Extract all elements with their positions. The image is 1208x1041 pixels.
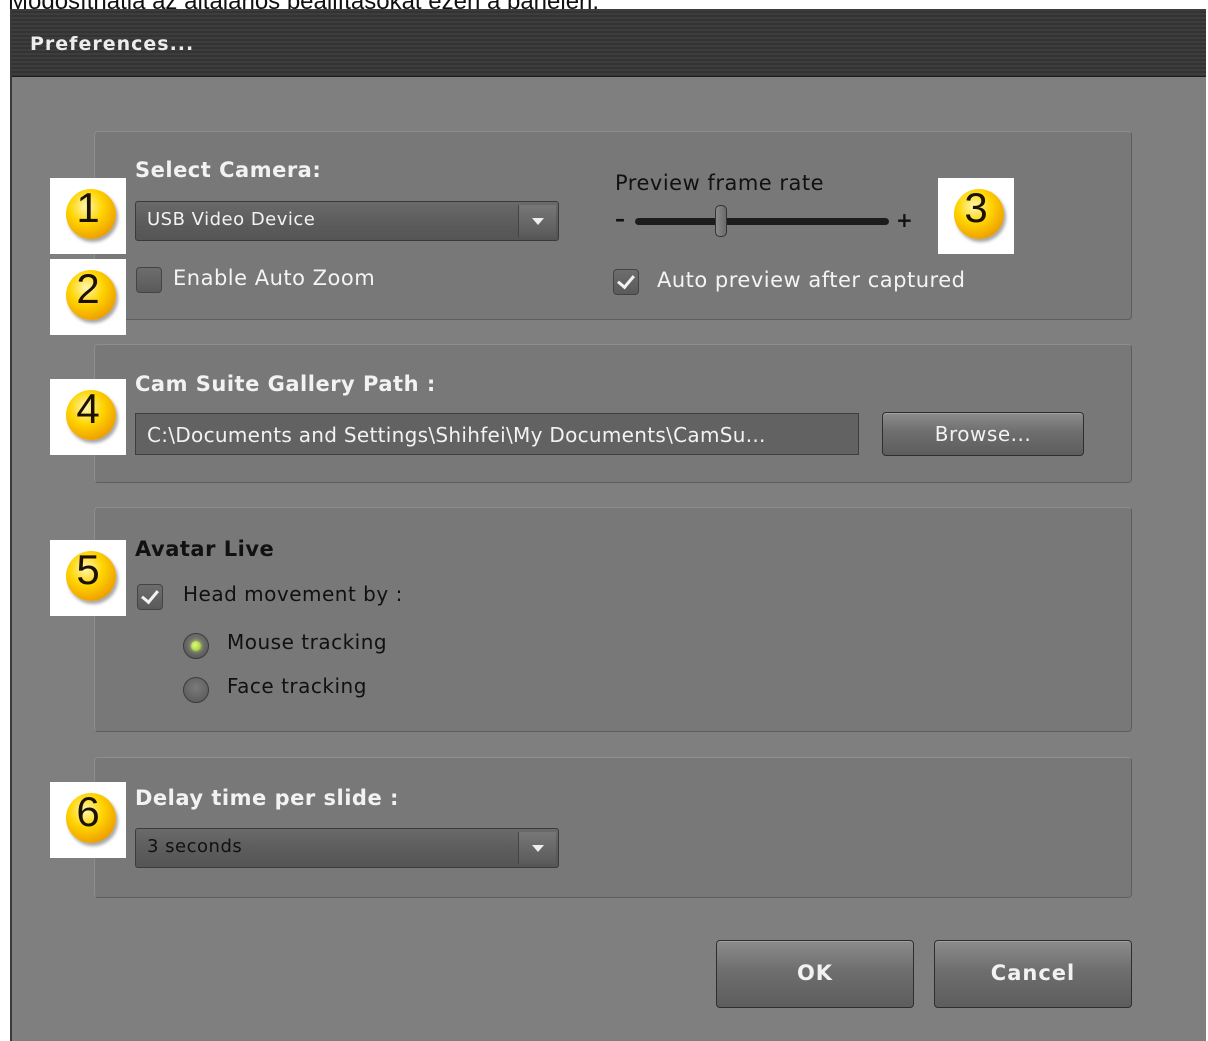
auto-zoom-checkbox[interactable] xyxy=(136,267,162,293)
cancel-button[interactable]: Cancel xyxy=(934,940,1132,1008)
delay-label: Delay time per slide : xyxy=(135,786,399,810)
ok-button[interactable]: OK xyxy=(716,940,914,1008)
annotation-badge-2: 2 xyxy=(50,259,126,335)
annotation-badge-5: 5 xyxy=(50,540,126,616)
head-movement-label: Head movement by : xyxy=(183,582,403,606)
camera-select-value: USB Video Device xyxy=(147,209,316,230)
gallery-panel: Cam Suite Gallery Path : C:\Documents an… xyxy=(94,344,1132,483)
delay-panel: Delay time per slide : 3 seconds xyxy=(94,757,1132,898)
camera-select[interactable]: USB Video Device xyxy=(135,201,559,241)
delay-select-value: 3 seconds xyxy=(147,836,243,857)
title-bar[interactable]: Preferences... xyxy=(12,9,1206,77)
gallery-path-field[interactable]: C:\Documents and Settings\Shihfei\My Doc… xyxy=(135,413,859,455)
mouse-tracking-label: Mouse tracking xyxy=(227,630,388,654)
gallery-path-label: Cam Suite Gallery Path : xyxy=(135,372,436,396)
annotation-badge-3: 3 xyxy=(938,178,1014,254)
avatar-live-label: Avatar Live xyxy=(135,537,275,561)
annotation-badge-6: 6 xyxy=(50,782,126,858)
preview-frame-rate-label: Preview frame rate xyxy=(615,171,825,195)
browse-button[interactable]: Browse... xyxy=(882,412,1084,456)
delay-select[interactable]: 3 seconds xyxy=(135,828,559,868)
face-tracking-label: Face tracking xyxy=(227,674,367,698)
frame-rate-slider-track[interactable] xyxy=(635,218,889,225)
auto-preview-checkbox[interactable] xyxy=(613,269,639,295)
select-camera-label: Select Camera: xyxy=(135,158,322,182)
dialog-title: Preferences... xyxy=(30,33,195,55)
preferences-dialog: Preferences... Select Camera: USB Video … xyxy=(10,9,1206,1041)
chevron-down-icon[interactable] xyxy=(518,205,556,237)
head-movement-checkbox[interactable] xyxy=(137,584,163,610)
chevron-down-icon[interactable] xyxy=(518,832,556,864)
face-tracking-radio[interactable] xyxy=(183,677,209,703)
mouse-tracking-radio[interactable] xyxy=(183,633,209,659)
gallery-path-value: C:\Documents and Settings\Shihfei\My Doc… xyxy=(147,423,766,447)
annotation-badge-4: 4 xyxy=(50,379,126,455)
plus-icon: + xyxy=(896,208,913,232)
check-icon xyxy=(617,270,635,290)
minus-icon: – xyxy=(615,207,625,231)
frame-rate-slider-thumb[interactable] xyxy=(715,205,728,237)
auto-zoom-label: Enable Auto Zoom xyxy=(173,266,376,290)
annotation-badge-1: 1 xyxy=(50,178,126,254)
auto-preview-label: Auto preview after captured xyxy=(657,268,966,292)
check-icon xyxy=(141,585,159,605)
avatar-panel: Avatar Live Head movement by : Mouse tra… xyxy=(94,507,1132,732)
